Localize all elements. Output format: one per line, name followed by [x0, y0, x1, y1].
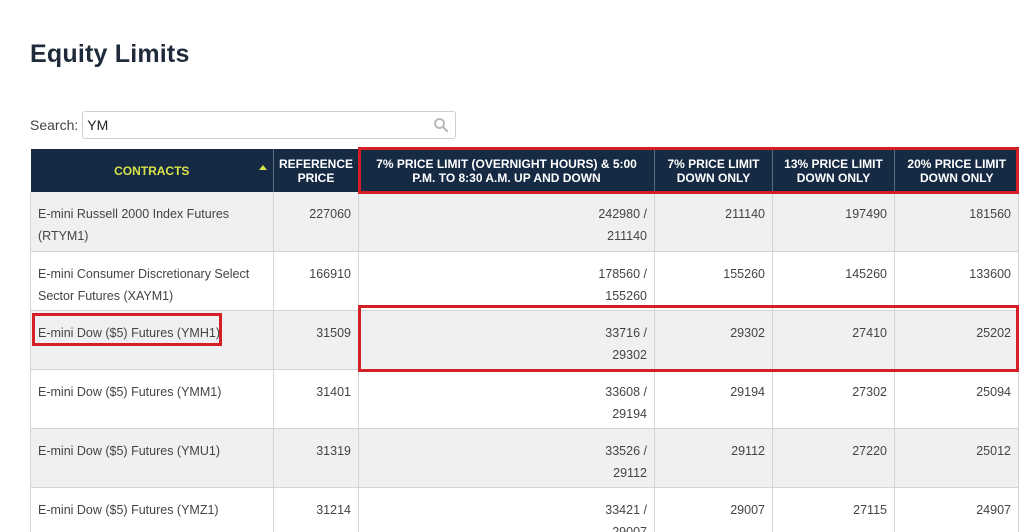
cell-20pct-down: 25202 — [894, 310, 1019, 370]
cell-7pct-overnight: 33716 / 29302 — [358, 310, 655, 370]
column-header-13pct-down[interactable]: 13% PRICE LIMIT DOWN ONLY — [772, 149, 895, 192]
cell-13pct-down: 27410 — [772, 310, 895, 370]
cell-contract: E-mini Dow ($5) Futures (YMM1) — [30, 369, 274, 429]
equity-limits-table: CONTRACTS REFERENCE PRICE 7% PRICE LIMIT… — [30, 149, 1019, 532]
table-row: E-mini Dow ($5) Futures (YMZ1) 31214 334… — [30, 487, 1019, 532]
cell-7pct-overnight-down: 29302 — [612, 347, 647, 362]
cell-7pct-overnight-up: 33526 / — [605, 443, 647, 458]
cell-13pct-down: 197490 — [772, 192, 895, 252]
page-title: Equity Limits — [30, 40, 190, 68]
column-header-contracts-label: CONTRACTS — [114, 163, 190, 178]
cell-reference-price: 227060 — [273, 192, 359, 252]
table-row: E-mini Dow ($5) Futures (YMH1) 31509 337… — [30, 310, 1019, 370]
column-header-20pct-down[interactable]: 20% PRICE LIMIT DOWN ONLY — [894, 149, 1019, 192]
table-row: E-mini Russell 2000 Index Futures (RTYM1… — [30, 192, 1019, 252]
cell-7pct-down: 211140 — [654, 192, 773, 252]
cell-contract: E-mini Dow ($5) Futures (YMU1) — [30, 428, 274, 488]
cell-reference-price: 31319 — [273, 428, 359, 488]
sort-ascending-icon[interactable] — [259, 165, 267, 170]
table-row: E-mini Dow ($5) Futures (YMU1) 31319 335… — [30, 428, 1019, 488]
column-header-reference-price[interactable]: REFERENCE PRICE — [273, 149, 359, 192]
cell-7pct-overnight-up: 33421 / — [605, 502, 647, 517]
search-icon[interactable] — [433, 117, 449, 133]
cell-contract: E-mini Russell 2000 Index Futures (RTYM1… — [30, 192, 274, 252]
cell-7pct-overnight-up: 33608 / — [605, 384, 647, 399]
cell-7pct-down: 29112 — [654, 428, 773, 488]
table-row: E-mini Dow ($5) Futures (YMM1) 31401 336… — [30, 369, 1019, 429]
column-header-7pct-down[interactable]: 7% PRICE LIMIT DOWN ONLY — [654, 149, 773, 192]
cell-7pct-down: 29007 — [654, 487, 773, 532]
cell-20pct-down: 181560 — [894, 192, 1019, 252]
cell-reference-price: 31509 — [273, 310, 359, 370]
table-header-row: CONTRACTS REFERENCE PRICE 7% PRICE LIMIT… — [30, 149, 1019, 192]
cell-7pct-down: 155260 — [654, 251, 773, 311]
table-row: E-mini Consumer Discretionary Select Sec… — [30, 251, 1019, 311]
cell-7pct-down: 29194 — [654, 369, 773, 429]
search-input[interactable] — [83, 112, 428, 138]
cell-20pct-down: 133600 — [894, 251, 1019, 311]
page: Equity Limits Search: CONTRACTS — [0, 0, 1024, 532]
cell-20pct-down: 25094 — [894, 369, 1019, 429]
cell-7pct-overnight-down: 29007 — [612, 524, 647, 532]
cell-7pct-overnight: 33526 / 29112 — [358, 428, 655, 488]
cell-reference-price: 31401 — [273, 369, 359, 429]
search-bar: Search: — [30, 111, 457, 139]
column-header-7pct-overnight[interactable]: 7% PRICE LIMIT (OVERNIGHT HOURS) & 5:00 … — [358, 149, 655, 192]
search-box[interactable] — [82, 111, 457, 139]
cell-7pct-overnight: 178560 / 155260 — [358, 251, 655, 311]
cell-20pct-down: 25012 — [894, 428, 1019, 488]
cell-reference-price: 166910 — [273, 251, 359, 311]
cell-7pct-overnight-up: 33716 / — [605, 325, 647, 340]
cell-7pct-overnight: 242980 / 211140 — [358, 192, 655, 252]
column-header-contracts[interactable]: CONTRACTS — [30, 149, 274, 192]
cell-7pct-overnight-down: 29112 — [613, 465, 647, 480]
cell-7pct-overnight: 33608 / 29194 — [358, 369, 655, 429]
cell-13pct-down: 27220 — [772, 428, 895, 488]
cell-13pct-down: 145260 — [772, 251, 895, 311]
cell-7pct-overnight-down: 211140 — [607, 229, 647, 243]
cell-contract: E-mini Dow ($5) Futures (YMZ1) — [30, 487, 274, 532]
cell-13pct-down: 27302 — [772, 369, 895, 429]
cell-7pct-overnight-up: 242980 / — [598, 207, 647, 221]
cell-reference-price: 31214 — [273, 487, 359, 532]
cell-7pct-overnight: 33421 / 29007 — [358, 487, 655, 532]
search-label: Search: — [30, 117, 79, 133]
cell-20pct-down: 24907 — [894, 487, 1019, 532]
cell-7pct-overnight-down: 155260 — [605, 288, 647, 303]
cell-contract: E-mini Consumer Discretionary Select Sec… — [30, 251, 274, 311]
cell-7pct-overnight-up: 178560 / — [598, 266, 647, 281]
cell-13pct-down: 27115 — [772, 487, 895, 532]
cell-7pct-overnight-down: 29194 — [612, 406, 647, 421]
cell-contract: E-mini Dow ($5) Futures (YMH1) — [30, 310, 274, 370]
cell-7pct-down: 29302 — [654, 310, 773, 370]
